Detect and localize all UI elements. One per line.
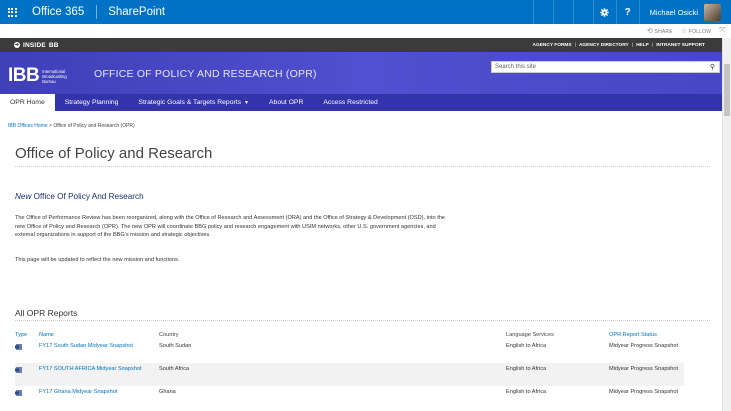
site-title[interactable]: OFFICE OF POLICY AND RESEARCH (OPR) — [94, 68, 317, 80]
search-box[interactable]: Search this site ⚲ — [491, 61, 720, 73]
nav-strategy-planning[interactable]: Strategy Planning — [55, 94, 129, 111]
app-launcher-button[interactable] — [0, 0, 24, 24]
column-country[interactable]: Country — [159, 329, 506, 340]
column-name[interactable]: Name — [39, 329, 159, 340]
breadcrumb: IBB Offices Home > Office of Policy and … — [8, 123, 135, 129]
settings-button[interactable] — [594, 0, 616, 24]
table-row: FY17 Ghana Midyear Snapshot Ghana Englis… — [15, 386, 684, 409]
report-name-link[interactable]: FY17 Ghana Midyear Snapshot — [39, 386, 159, 409]
document-icon[interactable] — [15, 367, 22, 373]
site-header: IBB International Broadcasting Bureau OF… — [0, 52, 722, 94]
report-language: English to Africa — [506, 389, 547, 395]
share-action[interactable]: ⟲ SHARE — [647, 27, 673, 35]
office365-link[interactable]: Office 365 — [24, 5, 98, 19]
scrollbar-thumb[interactable] — [724, 64, 730, 116]
nav-strategic-goals-reports[interactable]: Strategic Goals & Targets Reports ▼ — [128, 94, 259, 111]
report-country: South Sudan — [159, 343, 192, 349]
report-name-link[interactable]: FY17 South Sudan Midyear Snapshot — [39, 340, 159, 363]
link-agency-directory[interactable]: AGENCY DIRECTORY — [576, 43, 632, 48]
page-actions: ⟲ SHARE ☆ FOLLOW ⤧ — [0, 24, 731, 38]
intro-paragraph: The Office of Performance Review has bee… — [15, 215, 446, 239]
column-type[interactable]: Type — [15, 329, 39, 340]
chevron-down-icon: ▼ — [244, 99, 249, 106]
avatar[interactable] — [704, 3, 721, 21]
column-report-status[interactable]: OPR Report Status — [609, 329, 684, 340]
link-agency-forms[interactable]: AGENCY FORMS — [530, 43, 575, 48]
inside-bb-link[interactable]: ➔ INSIDE BB — [0, 42, 59, 49]
gear-icon — [600, 7, 609, 17]
vertical-scrollbar[interactable] — [722, 38, 731, 411]
column-language-services[interactable]: Language Services — [506, 329, 609, 340]
nav-opr-home[interactable]: OPR Home — [0, 94, 55, 111]
search-icon[interactable]: ⚲ — [710, 63, 715, 71]
reports-table: Type Name Country Language Services OPR … — [15, 329, 684, 409]
nav-access-restricted[interactable]: Access Restricted — [313, 94, 387, 111]
page-title: Office of Policy and Research — [15, 145, 213, 162]
table-header-row: Type Name Country Language Services OPR … — [15, 329, 684, 340]
reports-heading: All OPR Reports — [15, 308, 78, 318]
document-icon[interactable] — [15, 344, 22, 350]
report-name-link[interactable]: FY17 SOUTH AFRICA Midyear Snapshot — [39, 363, 159, 386]
ibb-logo[interactable]: IBB International Broadcasting Bureau — [8, 65, 67, 87]
waffle-icon — [7, 7, 17, 17]
report-status: Midyear Progress Snapshot — [609, 389, 679, 395]
report-language: English to Africa — [506, 363, 609, 386]
home-icon: ➔ — [14, 42, 20, 48]
help-button[interactable]: ? — [617, 0, 639, 24]
breadcrumb-current: Office of Policy and Research (OPR) — [53, 123, 135, 129]
follow-action[interactable]: ☆ FOLLOW — [681, 27, 711, 35]
focus-mode-icon[interactable]: ⤧ — [719, 27, 725, 35]
global-top-bar: ➔ INSIDE BB AGENCY FORMS | AGENCY DIRECTOR… — [0, 38, 722, 52]
reports-divider — [15, 320, 710, 321]
breadcrumb-root[interactable]: IBB Offices Home — [8, 123, 48, 129]
document-icon[interactable] — [15, 390, 22, 396]
link-intranet-support[interactable]: INTRANET SUPPORT — [653, 43, 708, 48]
update-note: This page will be updated to reflect the… — [15, 257, 180, 263]
star-icon: ☆ — [680, 28, 688, 35]
suite-bar: Office 365 SharePoint ? Michael Osicki — [0, 0, 731, 24]
search-input[interactable]: Search this site — [495, 64, 536, 70]
report-country: Ghana — [159, 389, 176, 395]
section-heading: New Office Of Policy And Research — [15, 192, 144, 201]
report-status: Midyear Progress Snapshot — [609, 343, 679, 349]
report-language: English to Africa — [506, 343, 547, 349]
sharepoint-link[interactable]: SharePoint — [97, 6, 165, 18]
user-name[interactable]: Michael Osicki — [640, 8, 704, 17]
nav-about-opr[interactable]: About OPR — [259, 94, 313, 111]
report-status: Midyear Progress Snapshot — [609, 363, 684, 386]
report-country: South Africa — [159, 363, 506, 386]
top-navigation: OPR Home Strategy Planning Strategic Goa… — [0, 94, 722, 111]
title-divider — [15, 166, 710, 167]
table-row: FY17 SOUTH AFRICA Midyear Snapshot South… — [15, 363, 684, 386]
share-icon: ⟲ — [646, 28, 653, 35]
link-help[interactable]: HELP — [633, 43, 652, 48]
help-icon: ? — [624, 6, 631, 18]
global-links: AGENCY FORMS | AGENCY DIRECTORY | HELP | IN… — [530, 43, 722, 48]
table-row: FY17 South Sudan Midyear Snapshot South … — [15, 340, 684, 363]
